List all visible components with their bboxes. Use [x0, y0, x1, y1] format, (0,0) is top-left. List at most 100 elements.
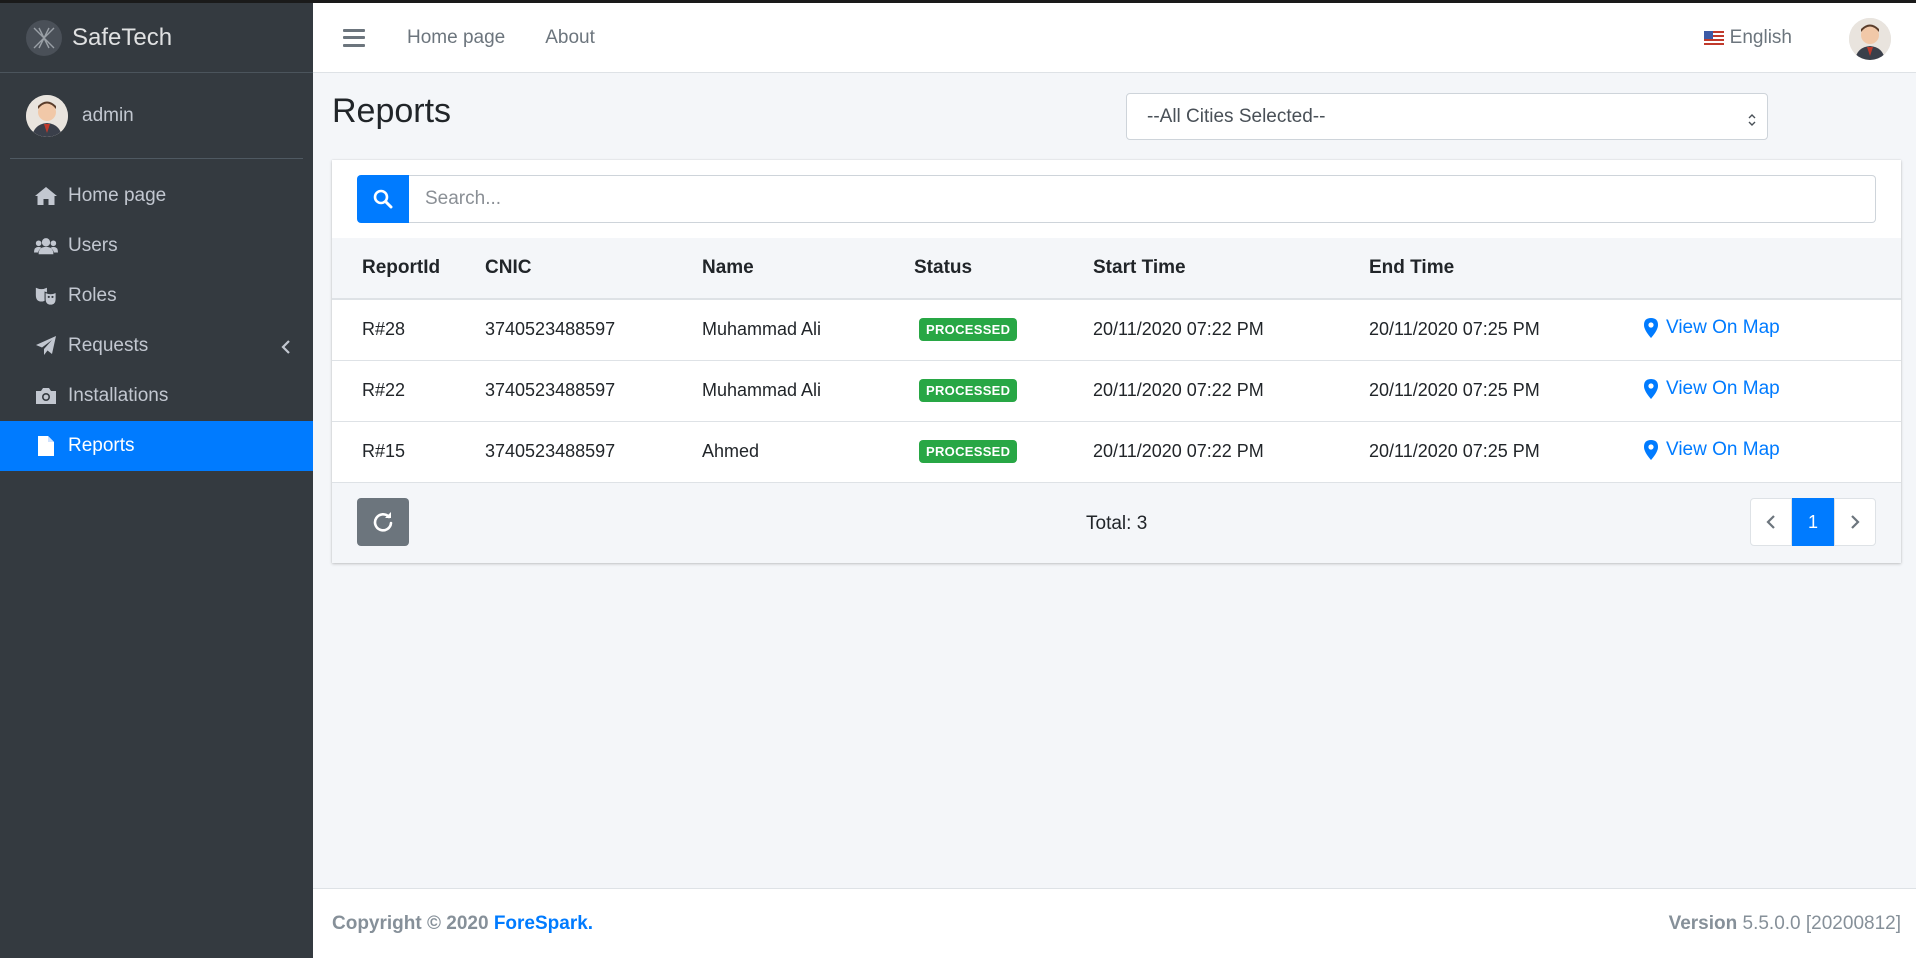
total-count: Total: 3 [1086, 513, 1148, 534]
map-marker-icon [1644, 378, 1658, 399]
column-header-reportid[interactable]: ReportId [332, 238, 485, 300]
prev-page-button[interactable] [1750, 498, 1792, 546]
sidebar-item-label: Home page [68, 185, 167, 206]
user-avatar-button[interactable] [1849, 18, 1891, 60]
table-header-row: ReportId CNIC Name Status Start Time End… [332, 238, 1901, 300]
users-icon [34, 234, 58, 258]
view-on-map-link[interactable]: View On Map [1644, 439, 1780, 461]
page-footer: Copyright © 2020 ForeSpark. Version 5.5.… [313, 888, 1916, 958]
sidebar-item-reports[interactable]: Reports [0, 421, 313, 471]
view-on-map-link[interactable]: View On Map [1644, 317, 1780, 339]
cnic-cell: 3740523488597 [485, 360, 702, 422]
map-marker-icon [1644, 439, 1658, 460]
column-header-cnic[interactable]: CNIC [485, 238, 702, 300]
table-footer: Total: 3 1 [332, 482, 1901, 563]
sidebar-item-label: Users [68, 235, 118, 256]
file-icon [34, 434, 58, 458]
sidebar-nav: Home page Users Roles Requests Installat… [0, 171, 313, 471]
sidebar-item-label: Installations [68, 385, 169, 406]
action-cell: View On Map [1644, 299, 1901, 361]
start-time-cell: 20/11/2020 07:22 PM [1093, 360, 1369, 422]
next-page-button[interactable] [1834, 498, 1876, 546]
cnic-cell: 3740523488597 [485, 421, 702, 483]
user-name: admin [82, 104, 134, 126]
chevron-down-icon [1747, 110, 1757, 132]
sidebar-item-label: Reports [68, 435, 135, 456]
sidebar-item-home-page[interactable]: Home page [0, 171, 313, 221]
us-flag-icon [1703, 31, 1724, 45]
end-time-cell: 20/11/2020 07:25 PM [1369, 299, 1644, 361]
search-icon [373, 189, 393, 209]
masks-icon [34, 284, 58, 308]
end-time-cell: 20/11/2020 07:25 PM [1369, 421, 1644, 483]
cnic-cell: 3740523488597 [485, 299, 702, 361]
report-id-cell: R#28 [332, 299, 485, 361]
sidebar-item-roles[interactable]: Roles [0, 271, 313, 321]
status-badge: PROCESSED [919, 318, 1018, 342]
chevron-left-icon [1766, 515, 1775, 529]
table-row: R#15 3740523488597 Ahmed PROCESSED 20/11… [332, 421, 1901, 483]
name-cell: Muhammad Ali [702, 360, 914, 422]
page-button-current[interactable]: 1 [1792, 498, 1834, 546]
action-cell: View On Map [1644, 360, 1901, 422]
avatar [26, 94, 68, 137]
copyright-text: Copyright © 2020 [332, 913, 494, 934]
page-title: Reports [332, 92, 452, 130]
refresh-button[interactable] [357, 498, 409, 546]
version-value: 5.5.0.0 [20200812] [1737, 913, 1902, 934]
reports-table: ReportId CNIC Name Status Start Time End… [332, 238, 1901, 483]
column-header-name[interactable]: Name [702, 238, 914, 300]
chevron-right-icon [1851, 515, 1860, 529]
topbar: Home page About English [313, 3, 1916, 73]
status-cell: PROCESSED [914, 421, 1093, 483]
name-cell: Ahmed [702, 421, 914, 483]
column-header-end-time[interactable]: End Time [1369, 238, 1644, 300]
user-panel[interactable]: admin [10, 73, 303, 159]
sidebar-item-requests[interactable]: Requests [0, 321, 313, 371]
sidebar-item-users[interactable]: Users [0, 221, 313, 271]
hamburger-menu-icon[interactable] [343, 28, 365, 47]
table-row: R#28 3740523488597 Muhammad Ali PROCESSE… [332, 299, 1901, 361]
view-on-map-link[interactable]: View On Map [1644, 378, 1780, 400]
status-badge: PROCESSED [919, 440, 1018, 463]
sidebar-item-installations[interactable]: Installations [0, 371, 313, 421]
pagination: 1 [1750, 498, 1876, 546]
language-selector[interactable]: English [1703, 27, 1792, 49]
table-row: R#22 3740523488597 Muhammad Ali PROCESSE… [332, 360, 1901, 422]
version-label: Version [1668, 913, 1738, 934]
column-header-actions [1644, 238, 1901, 300]
map-marker-icon [1644, 317, 1658, 338]
start-time-cell: 20/11/2020 07:22 PM [1093, 299, 1369, 361]
brand-link[interactable]: SafeTech [0, 3, 313, 73]
version-info: Version 5.5.0.0 [20200812] [1669, 913, 1901, 935]
status-badge: PROCESSED [919, 379, 1018, 402]
paper-plane-icon [34, 334, 58, 358]
name-cell: Muhammad Ali [702, 299, 914, 361]
safetech-logo-icon [26, 19, 62, 56]
status-cell: PROCESSED [914, 360, 1093, 422]
view-on-map-label: View On Map [1666, 438, 1780, 460]
search-input[interactable] [409, 175, 1876, 223]
nav-link-about[interactable]: About [545, 27, 595, 49]
city-filter-select[interactable]: --All Cities Selected-- [1126, 93, 1768, 140]
sidebar-item-label: Requests [68, 335, 149, 356]
column-header-status[interactable]: Status [914, 238, 1093, 300]
search-button[interactable] [357, 175, 409, 223]
company-link[interactable]: ForeSpark. [494, 913, 593, 934]
home-icon [34, 184, 58, 208]
camera-icon [34, 384, 58, 408]
chevron-left-icon[interactable] [281, 338, 291, 360]
reports-card: ReportId CNIC Name Status Start Time End… [332, 160, 1901, 563]
language-label: English [1729, 27, 1792, 48]
copyright: Copyright © 2020 ForeSpark. [332, 913, 593, 935]
refresh-icon [373, 512, 393, 532]
report-id-cell: R#15 [332, 421, 485, 483]
search-bar [357, 175, 1876, 223]
sidebar: SafeTech admin Home page Users Roles Req… [0, 3, 313, 958]
column-header-start-time[interactable]: Start Time [1093, 238, 1369, 300]
city-filter-value: --All Cities Selected-- [1147, 105, 1326, 127]
view-on-map-label: View On Map [1666, 377, 1780, 399]
end-time-cell: 20/11/2020 07:25 PM [1369, 360, 1644, 422]
nav-link-home-page[interactable]: Home page [407, 27, 505, 49]
sidebar-item-label: Roles [68, 285, 117, 306]
